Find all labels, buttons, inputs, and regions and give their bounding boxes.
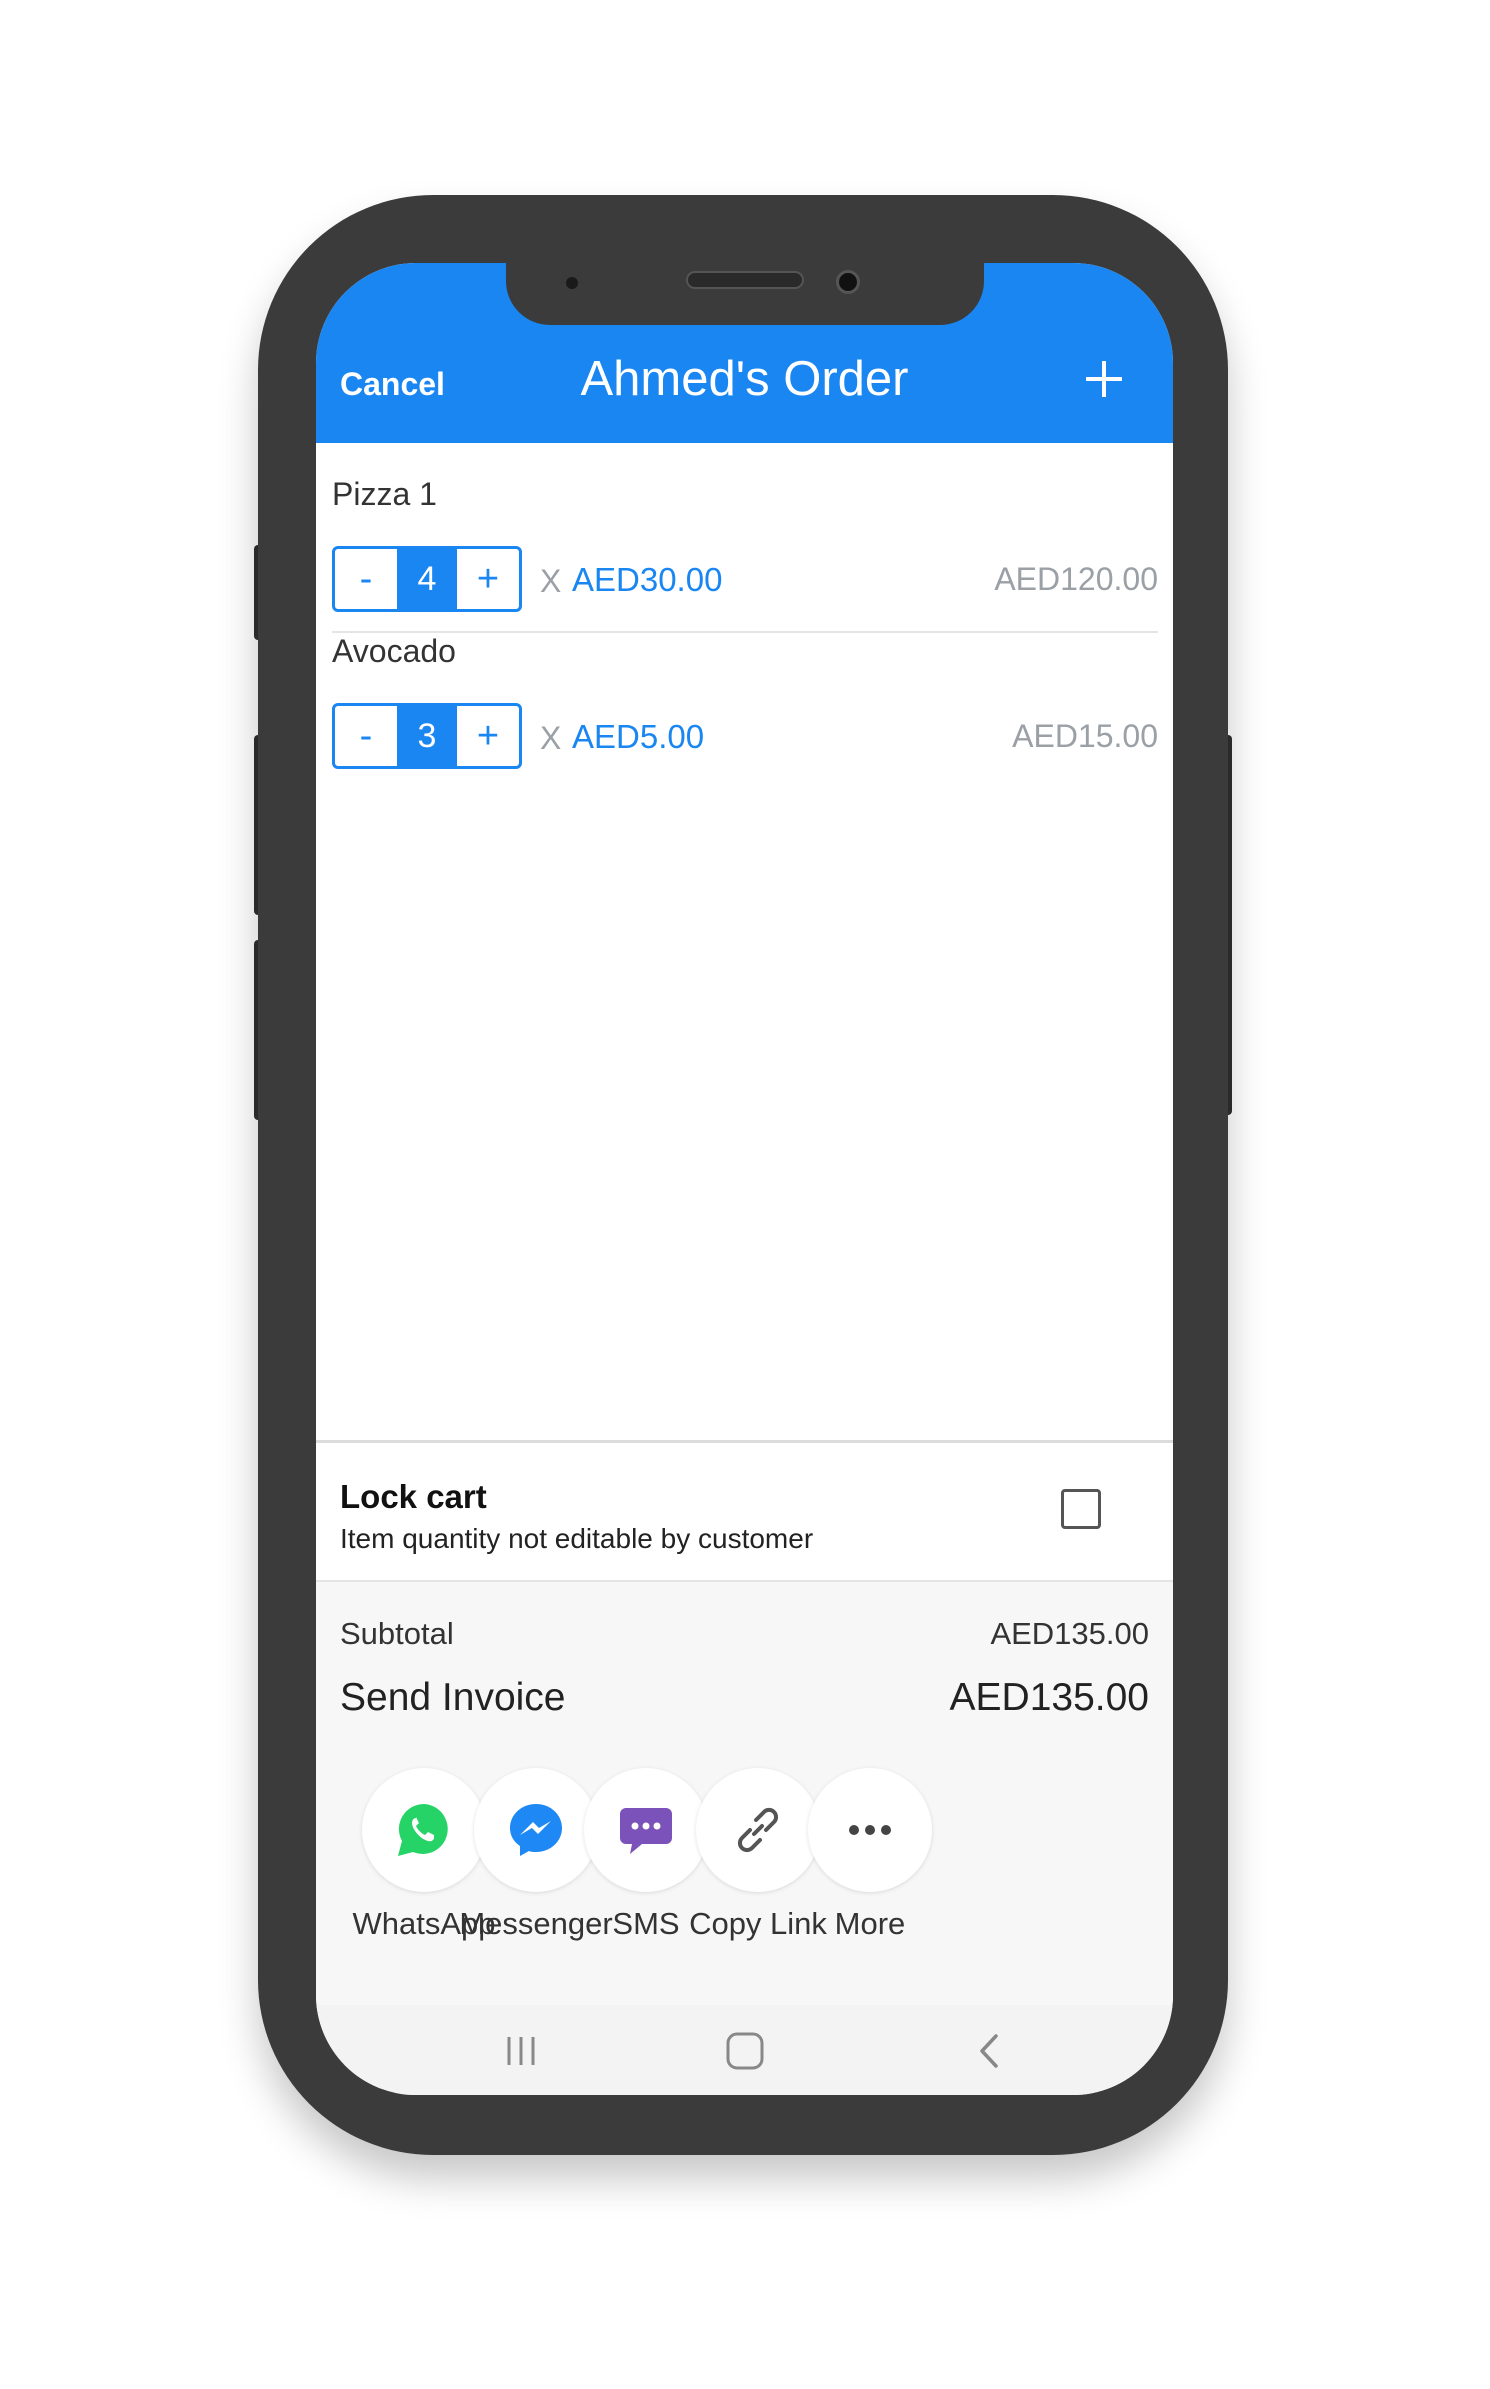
order-item: Avocado - 3 + X AED5.00 AED15.00 (332, 633, 1158, 773)
phone-screen: Cancel Ahmed's Order Pizza 1 - 4 + X AED… (316, 263, 1173, 2095)
recents-icon[interactable] (501, 2033, 541, 2069)
earpiece-speaker (686, 271, 804, 289)
quantity-stepper: - 3 + (332, 703, 522, 769)
send-invoice-label: Send Invoice (340, 1676, 566, 1719)
decrement-button[interactable]: - (335, 549, 397, 609)
subtotal-label: Subtotal (340, 1616, 454, 1651)
more-icon[interactable] (808, 1768, 932, 1892)
subtotal-value: AED135.00 (990, 1616, 1149, 1651)
quantity-value[interactable]: 3 (397, 706, 457, 766)
increment-button[interactable]: + (457, 706, 519, 766)
system-nav-bar (316, 2005, 1173, 2095)
phone-notch (506, 255, 984, 325)
item-name: Pizza 1 (332, 476, 437, 512)
item-name: Avocado (332, 633, 456, 669)
front-camera (836, 270, 860, 294)
share-more[interactable]: More (790, 1768, 950, 1942)
increment-button[interactable]: + (457, 549, 519, 609)
share-label: More (834, 1906, 906, 1941)
quantity-value[interactable]: 4 (397, 549, 457, 609)
home-icon[interactable] (724, 2031, 766, 2071)
line-total: AED15.00 (1012, 718, 1158, 754)
summary-panel: Subtotal AED135.00 Send Invoice AED135.0… (316, 1582, 1173, 2012)
multiply-sign: X (540, 720, 562, 756)
decrement-button[interactable]: - (335, 706, 397, 766)
unit-price: AED5.00 (572, 718, 705, 755)
lock-cart-row[interactable]: Lock cart Item quantity not editable by … (316, 1440, 1173, 1582)
line-total: AED120.00 (994, 561, 1158, 597)
invoice-total: AED135.00 (949, 1676, 1149, 1719)
lock-cart-checkbox[interactable] (1061, 1489, 1101, 1529)
order-item: Pizza 1 - 4 + X AED30.00 AED120.00 (332, 476, 1158, 616)
lock-cart-description: Item quantity not editable by customer (340, 1523, 814, 1554)
add-item-button[interactable] (1086, 361, 1122, 397)
page-title: Ahmed's Order (580, 352, 909, 406)
lock-cart-title: Lock cart (340, 1478, 487, 1515)
back-icon[interactable] (974, 2032, 1004, 2070)
multiply-sign: X (540, 563, 562, 599)
sensor-dot (566, 277, 578, 289)
unit-price: AED30.00 (572, 561, 723, 598)
quantity-stepper: - 4 + (332, 546, 522, 612)
